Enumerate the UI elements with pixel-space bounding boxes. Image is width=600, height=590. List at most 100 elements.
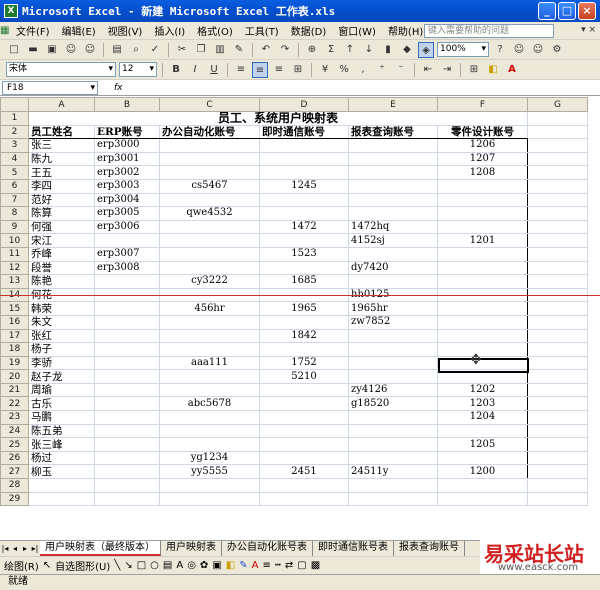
cell-erp-account[interactable]: erp3002 xyxy=(94,165,160,180)
cell[interactable] xyxy=(527,165,588,180)
cell-im-account[interactable]: 2451 xyxy=(259,464,349,480)
next-sheet-icon[interactable]: ▸ xyxy=(20,544,30,553)
cell[interactable] xyxy=(527,260,588,276)
cell-part-design-account[interactable]: 1208 xyxy=(437,165,528,180)
cell-employee-name[interactable]: 朱文 xyxy=(28,314,95,330)
cell-employee-name[interactable]: 张三 xyxy=(28,138,95,153)
cell[interactable] xyxy=(527,369,588,384)
cell[interactable] xyxy=(259,491,349,507)
cell[interactable] xyxy=(527,355,588,371)
cell-oa-account[interactable] xyxy=(159,437,260,452)
cell[interactable] xyxy=(527,450,588,466)
cell-part-design-account[interactable] xyxy=(437,450,528,466)
cell-oa-account[interactable] xyxy=(159,219,260,235)
cell-part-design-account[interactable]: 1203 xyxy=(437,396,528,412)
column-header-e[interactable]: E xyxy=(348,97,438,112)
cell-oa-account[interactable] xyxy=(159,369,260,384)
cell-im-account[interactable] xyxy=(259,260,349,276)
cell[interactable] xyxy=(28,491,95,507)
row-header[interactable]: 27 xyxy=(0,464,29,480)
cell-report-account[interactable] xyxy=(348,423,438,439)
maximize-button[interactable]: □ xyxy=(558,2,576,20)
font-name-select[interactable]: 宋体 xyxy=(6,62,116,77)
cell-im-account[interactable] xyxy=(259,396,349,412)
cell-report-account[interactable] xyxy=(348,355,438,371)
row-header[interactable]: 19 xyxy=(0,355,29,371)
cell-oa-account[interactable] xyxy=(159,410,260,425)
cell[interactable] xyxy=(348,478,438,493)
fill-color-icon[interactable]: ◧ xyxy=(485,62,501,78)
help-search-input[interactable]: 键入需要帮助的问题 xyxy=(424,24,554,38)
cell-oa-account[interactable]: qwe4532 xyxy=(159,206,260,221)
print-icon[interactable]: ▤ xyxy=(109,42,125,58)
cell-part-design-account[interactable]: 1204 xyxy=(437,410,528,425)
cell-oa-account[interactable] xyxy=(159,233,260,248)
cell-report-account[interactable] xyxy=(348,369,438,384)
merge-center-icon[interactable]: ⊞ xyxy=(290,62,306,78)
cell-oa-account[interactable] xyxy=(159,342,260,357)
row-header[interactable]: 9 xyxy=(0,219,29,235)
cell-employee-name[interactable]: 宋江 xyxy=(28,233,95,248)
cell-oa-account[interactable]: cs5467 xyxy=(159,178,260,194)
cell[interactable] xyxy=(527,233,588,248)
cell-part-design-account[interactable] xyxy=(437,274,528,289)
cell-report-account[interactable] xyxy=(348,206,438,221)
menu-file[interactable]: 文件(F) xyxy=(10,23,56,38)
cell-erp-account[interactable] xyxy=(94,450,160,466)
cell-erp-account[interactable]: erp3003 xyxy=(94,178,160,194)
row-header[interactable]: 23 xyxy=(0,410,29,425)
cell-oa-account[interactable] xyxy=(159,192,260,208)
fill-color-draw-icon[interactable]: ◧ xyxy=(226,560,235,571)
cell-erp-account[interactable] xyxy=(94,382,160,398)
cell[interactable] xyxy=(527,342,588,357)
cell-erp-account[interactable]: erp3001 xyxy=(94,151,160,167)
borders-icon[interactable]: ⊞ xyxy=(466,62,482,78)
shadow-icon[interactable]: ▢ xyxy=(297,560,306,571)
row-header[interactable]: 4 xyxy=(0,151,29,167)
permission-icon[interactable]: ☺ xyxy=(63,42,79,58)
cell-im-account[interactable] xyxy=(259,192,349,208)
cell-oa-account[interactable] xyxy=(159,314,260,330)
arrow-icon[interactable]: ↘ xyxy=(124,560,132,571)
cell-employee-name[interactable]: 杨过 xyxy=(28,450,95,466)
row-header[interactable]: 28 xyxy=(0,478,29,493)
cell-part-design-account[interactable] xyxy=(437,178,528,194)
first-sheet-icon[interactable]: |◂ xyxy=(0,544,10,553)
clipart-icon[interactable]: ✿ xyxy=(200,560,208,571)
sheet-tab-im[interactable]: 即时通信账号表 xyxy=(313,541,394,556)
increase-decimal-icon[interactable]: ⁺ xyxy=(374,62,390,78)
cell-part-design-account[interactable]: 1207 xyxy=(437,151,528,167)
cell-erp-account[interactable] xyxy=(94,396,160,412)
textbox-icon[interactable]: ▤ xyxy=(163,560,172,571)
row-header[interactable]: 20 xyxy=(0,369,29,384)
font-color-draw-icon[interactable]: A xyxy=(252,560,259,571)
cell-im-account[interactable]: 5210 xyxy=(259,369,349,384)
cell-im-account[interactable] xyxy=(259,423,349,439)
cell-erp-account[interactable] xyxy=(94,355,160,371)
cell-oa-account[interactable]: cy3222 xyxy=(159,274,260,289)
copy-icon[interactable]: ❐ xyxy=(193,42,209,58)
cell-part-design-account[interactable]: 1206 xyxy=(437,138,528,153)
cell-employee-name[interactable]: 李四 xyxy=(28,178,95,194)
cell-im-account[interactable]: 1842 xyxy=(259,328,349,344)
cell-erp-account[interactable]: erp3006 xyxy=(94,219,160,235)
row-header[interactable]: 1 xyxy=(0,111,29,126)
sheet-tab-report[interactable]: 报表查询账号 xyxy=(394,541,465,556)
align-center-icon[interactable]: ≡ xyxy=(252,61,268,78)
underline-button[interactable]: U xyxy=(206,62,222,78)
cell[interactable] xyxy=(527,301,588,316)
column-header-a[interactable]: A xyxy=(28,97,95,112)
email-icon[interactable]: ☺ xyxy=(82,42,98,58)
cell-im-account[interactable] xyxy=(259,410,349,425)
rectangle-icon[interactable]: □ xyxy=(137,560,146,571)
sort-ascending-icon[interactable]: ↑ xyxy=(342,42,358,58)
cell-oa-account[interactable] xyxy=(159,328,260,344)
cell-employee-name[interactable]: 杨子 xyxy=(28,342,95,357)
sheet-tab-oa[interactable]: 办公自动化账号表 xyxy=(222,541,313,556)
sheet-tab-mapping[interactable]: 用户映射表 xyxy=(161,541,222,556)
row-header[interactable]: 6 xyxy=(0,178,29,194)
cell[interactable] xyxy=(527,246,588,262)
cell-employee-name[interactable]: 柳玉 xyxy=(28,464,95,480)
cell-part-design-account[interactable] xyxy=(437,328,528,344)
row-header[interactable]: 22 xyxy=(0,396,29,412)
